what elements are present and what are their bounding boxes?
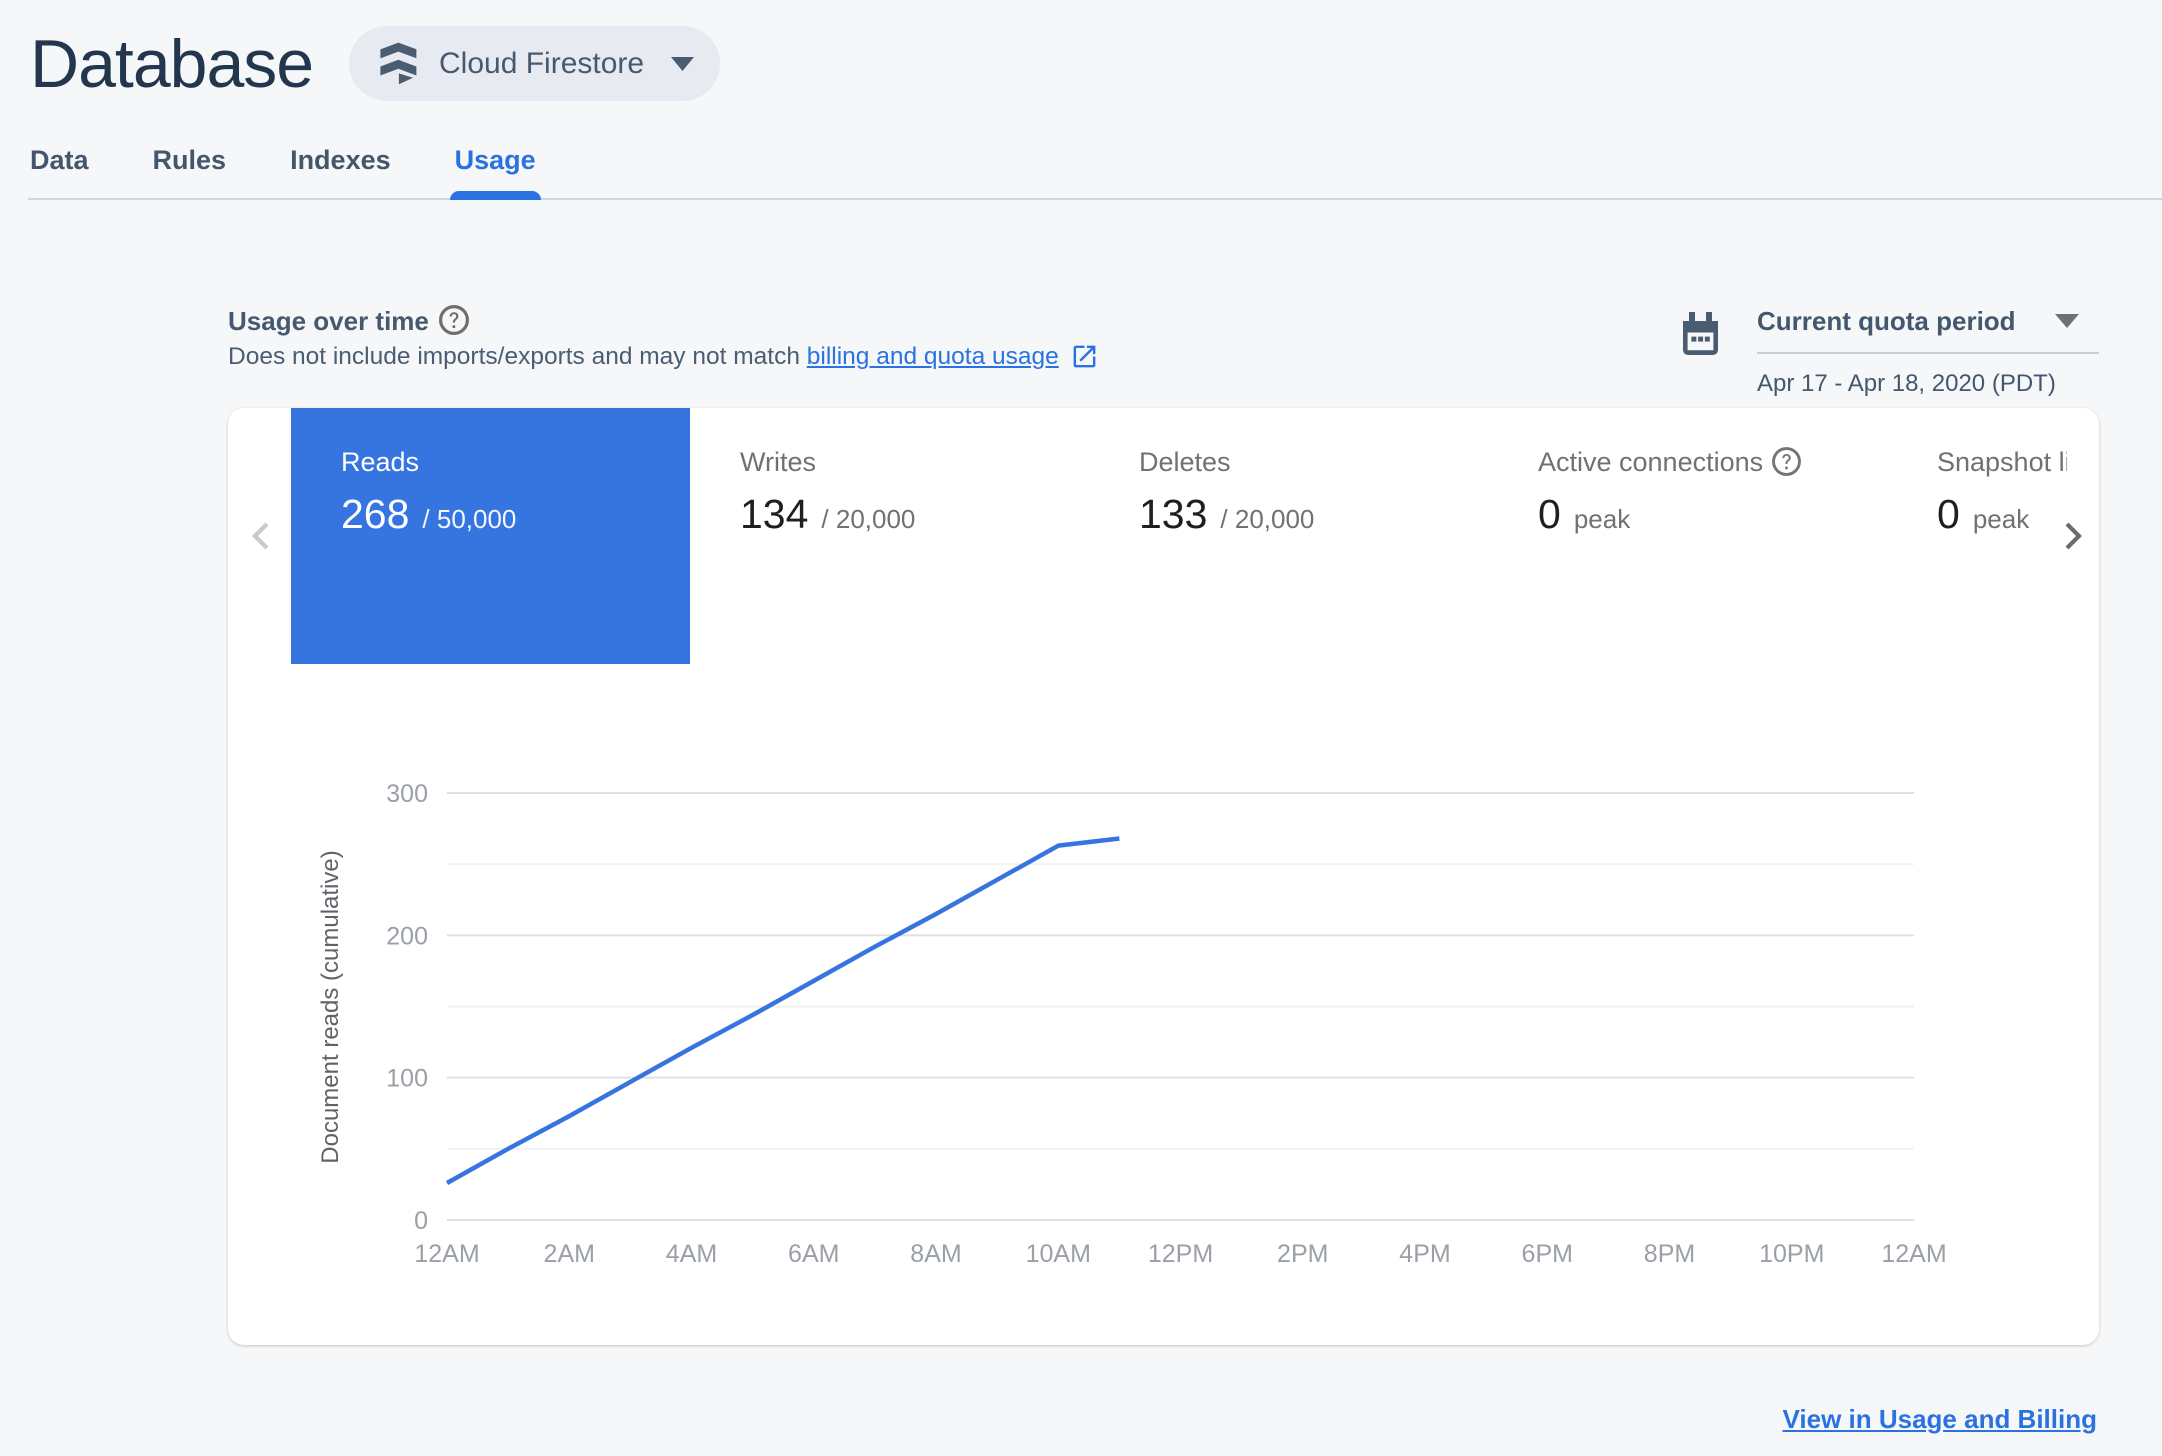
description-text: Does not include imports/exports and may… [228,343,800,370]
quota-period-row[interactable]: Current quota period [1757,305,2099,354]
usage-header: Usage over time Does not include imports… [228,303,2099,397]
svg-text:10PM: 10PM [1759,1240,1824,1268]
quota-period-range: Apr 17 - Apr 18, 2020 (PDT) [1757,370,2056,397]
calendar-icon [1682,312,1719,356]
caret-down-icon [671,56,695,71]
quota-period-dropdown[interactable]: Current quota period Apr 17 - Apr 18, 20… [1757,305,2099,399]
svg-text:2PM: 2PM [1277,1240,1328,1268]
tab-rules[interactable]: Rules [153,139,227,181]
quota-period-label: Current quota period [1757,306,2016,336]
usage-line-chart: 0 100 200 300 12AM 2AM 4AM 6AM 8AM 10AM 12PM 2PM 4PM… [317,780,1947,1268]
svg-text:Document reads (cumulative): Document reads (cumulative) [317,850,344,1163]
help-icon[interactable] [438,304,472,338]
svg-text:4AM: 4AM [666,1240,717,1268]
view-usage-billing-link[interactable]: View in Usage and Billing [1783,1404,2097,1435]
svg-text:6PM: 6PM [1522,1240,1573,1268]
quota-period-selector: Current quota period Apr 17 - Apr 18, 20… [1682,305,2099,399]
product-selector[interactable]: Cloud Firestore [349,26,721,101]
svg-text:12AM: 12AM [414,1240,479,1268]
svg-text:4PM: 4PM [1399,1240,1450,1268]
usage-over-time-title: Usage over time [228,306,429,336]
caret-down-icon [2055,314,2079,328]
billing-quota-usage-link[interactable]: billing and quota usage [807,341,1059,373]
svg-text:6AM: 6AM [788,1240,839,1268]
tab-indexes[interactable]: Indexes [290,139,391,181]
product-selector-label: Cloud Firestore [439,46,645,80]
svg-text:10AM: 10AM [1026,1240,1091,1268]
svg-text:300: 300 [386,780,428,808]
open-in-new-icon[interactable] [1070,342,1100,372]
svg-text:200: 200 [386,922,428,950]
svg-text:12PM: 12PM [1148,1240,1213,1268]
svg-text:100: 100 [386,1065,428,1093]
usage-card: Reads 268/ 50,000 Writes 134/ 20,000 Del… [228,408,2099,1345]
svg-text:8PM: 8PM [1644,1240,1695,1268]
svg-text:12AM: 12AM [1881,1240,1946,1268]
firestore-icon [378,42,418,86]
svg-text:2AM: 2AM [544,1240,595,1268]
svg-text:8AM: 8AM [910,1240,961,1268]
tab-data[interactable]: Data [30,139,89,181]
tab-usage[interactable]: Usage [449,139,541,200]
page-title: Database [30,26,314,102]
svg-text:0: 0 [414,1207,428,1235]
tab-bar: Data Rules Indexes Usage [28,139,2162,200]
firestore-usage-page: Database Cloud Firestore Data Rules Inde… [0,0,2162,1456]
